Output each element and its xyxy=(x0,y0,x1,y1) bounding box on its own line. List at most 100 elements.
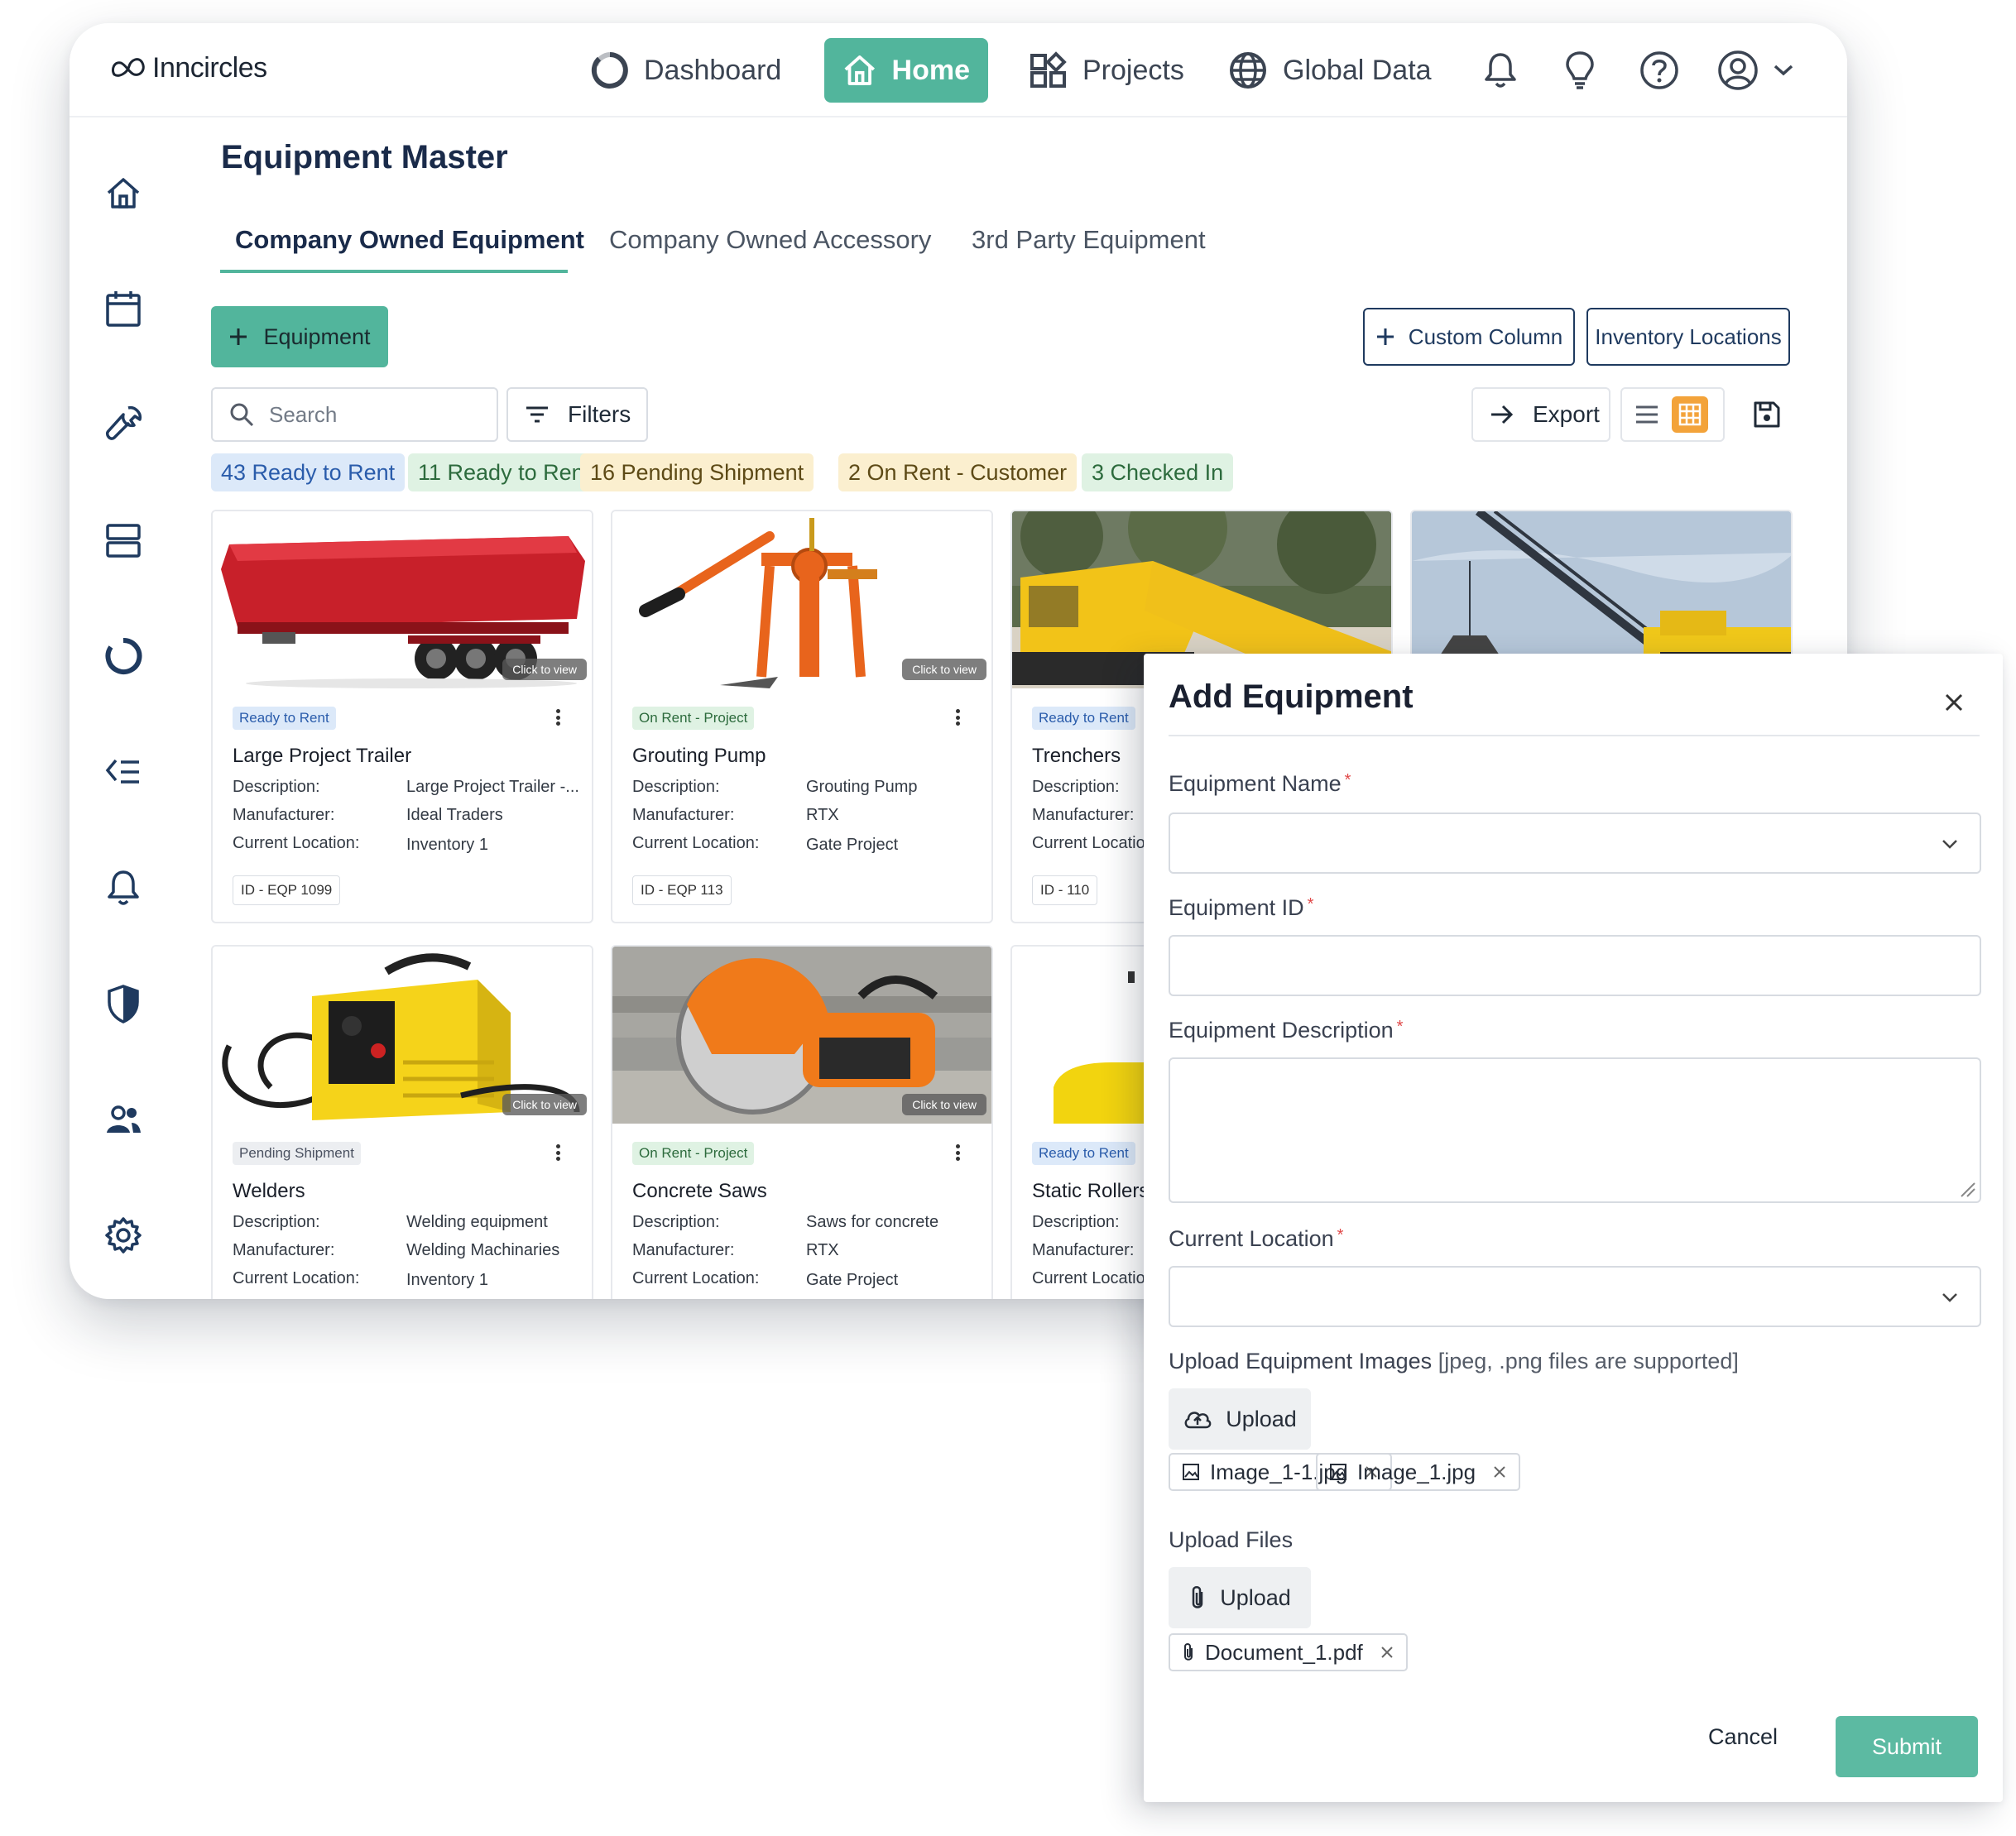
top-bar: Inncircles Dashboard Home Projects Globa… xyxy=(70,23,1847,117)
list-view-icon[interactable] xyxy=(1622,389,1672,440)
status-chip-checked-in[interactable]: 3 Checked In xyxy=(1082,453,1234,491)
notifications-bell-icon[interactable] xyxy=(1478,48,1523,93)
click-to-view-label[interactable]: Click to view xyxy=(502,659,587,680)
equipment-card[interactable]: Click to view On Rent - Project Concrete… xyxy=(611,945,993,1299)
nav-home-label: Home xyxy=(891,54,970,86)
status-chip-pending-shipment[interactable]: 16 Pending Shipment xyxy=(580,453,814,491)
filter-icon xyxy=(526,406,548,423)
equipment-id-input[interactable] xyxy=(1169,935,1981,996)
status-chip-ready-to-rent[interactable]: 43 Ready to Rent xyxy=(211,453,406,491)
status-chip-on-rent-customer[interactable]: 2 On Rent - Customer xyxy=(838,453,1078,491)
equipment-id-chip: ID - EQP 113 xyxy=(632,875,732,905)
inventory-locations-label: Inventory Locations xyxy=(1595,324,1782,349)
page-title: Equipment Master xyxy=(221,139,508,175)
equipment-image[interactable]: Click to view xyxy=(213,511,592,688)
upload-files-button[interactable]: Upload xyxy=(1169,1567,1311,1628)
logo-text: Inncircles xyxy=(152,51,267,84)
description-value: Welding equipment xyxy=(406,1213,548,1231)
grid-view-icon[interactable] xyxy=(1672,396,1708,433)
chevron-down-icon xyxy=(1942,840,1957,849)
manufacturer-label: Manufacturer: xyxy=(1032,806,1135,824)
click-to-view-label[interactable]: Click to view xyxy=(902,659,986,680)
location-label: Current Location: xyxy=(233,834,360,852)
equipment-name: Welders xyxy=(233,1180,305,1202)
add-equipment-dialog: Add Equipment Equipment Name * Equipment … xyxy=(1144,654,2003,1802)
click-to-view-label[interactable]: Click to view xyxy=(902,1094,986,1115)
manufacturer-label: Manufacturer: xyxy=(632,806,735,824)
upload-files-label-text: Upload xyxy=(1220,1584,1291,1610)
submit-button[interactable]: Submit xyxy=(1836,1716,1978,1777)
uploaded-image-chip: Image_1.jpg xyxy=(1316,1453,1521,1491)
resize-handle-icon[interactable] xyxy=(1958,1180,1976,1198)
search-input[interactable]: Search xyxy=(211,387,498,442)
tab-company-owned-accessory[interactable]: Company Owned Accessory xyxy=(609,225,931,255)
sidebar-checklist-icon[interactable] xyxy=(103,751,144,793)
manufacturer-label: Manufacturer: xyxy=(1032,1241,1135,1259)
equipment-card[interactable]: Click to view On Rent - Project Grouting… xyxy=(611,510,993,923)
sidebar-wrench-icon[interactable] xyxy=(103,404,144,445)
more-options-icon[interactable] xyxy=(953,705,962,730)
status-badge: Ready to Rent xyxy=(1032,1142,1135,1165)
location-label: Current Locatio xyxy=(1032,1269,1145,1287)
status-chip-ready-to-rent-2[interactable]: 11 Ready to Rent xyxy=(408,453,601,491)
click-to-view-label[interactable]: Click to view xyxy=(502,1094,587,1115)
equipment-name-select[interactable] xyxy=(1169,813,1981,874)
nav-projects[interactable]: Projects xyxy=(1011,38,1202,103)
dialog-divider xyxy=(1169,735,1980,736)
equipment-card[interactable] xyxy=(1410,510,1793,659)
location-value: Inventory 1 xyxy=(406,836,488,854)
tab-third-party-equipment[interactable]: 3rd Party Equipment xyxy=(972,225,1206,255)
add-equipment-button[interactable]: Equipment xyxy=(211,306,388,367)
custom-column-button[interactable]: Custom Column xyxy=(1363,308,1575,366)
equipment-description-textarea[interactable] xyxy=(1169,1057,1981,1203)
remove-file-icon[interactable] xyxy=(1492,1464,1507,1479)
sidebar-storage-icon[interactable] xyxy=(103,520,144,561)
sidebar-users-icon[interactable] xyxy=(103,1099,144,1140)
nav-global-data[interactable]: Global Data xyxy=(1210,38,1450,103)
sidebar-bell-icon[interactable] xyxy=(103,867,144,908)
upload-images-button[interactable]: Upload xyxy=(1169,1388,1311,1450)
view-toggle xyxy=(1620,387,1725,442)
equipment-image[interactable]: Click to view xyxy=(612,947,991,1124)
location-value: Gate Project xyxy=(806,836,899,854)
more-options-icon[interactable] xyxy=(953,1140,962,1165)
tab-company-owned-equipment[interactable]: Company Owned Equipment xyxy=(235,225,584,255)
equipment-name-label: Equipment Name * xyxy=(1169,771,1351,796)
equipment-card[interactable]: Click to view Pending Shipment Welders D… xyxy=(211,945,593,1299)
lightbulb-icon[interactable] xyxy=(1558,48,1602,93)
current-location-label: Current Location * xyxy=(1169,1226,1344,1251)
user-menu[interactable] xyxy=(1716,48,1799,93)
save-view-icon[interactable] xyxy=(1750,397,1784,432)
sidebar-home-icon[interactable] xyxy=(103,172,144,213)
nav-home[interactable]: Home xyxy=(824,38,988,103)
location-label: Current Locatio xyxy=(1032,834,1145,852)
equipment-image[interactable]: Click to view xyxy=(213,947,592,1124)
sidebar-settings-icon[interactable] xyxy=(103,1215,144,1256)
sidebar-progress-icon[interactable] xyxy=(103,635,144,677)
manufacturer-label: Manufacturer: xyxy=(233,1241,335,1259)
cancel-button[interactable]: Cancel xyxy=(1708,1724,1778,1750)
uploaded-file-chip: Document_1.pdf xyxy=(1169,1633,1408,1671)
export-button[interactable]: Export xyxy=(1471,387,1610,442)
filters-button[interactable]: Filters xyxy=(506,387,648,442)
description-label: Description: xyxy=(632,1213,720,1231)
equipment-card[interactable]: Click to view Ready to Rent Large Projec… xyxy=(211,510,593,923)
custom-column-label: Custom Column xyxy=(1408,324,1563,349)
equipment-image[interactable] xyxy=(1412,511,1791,657)
more-options-icon[interactable] xyxy=(554,1140,562,1165)
inventory-locations-button[interactable]: Inventory Locations xyxy=(1586,308,1790,366)
image-file-name: Image_1.jpg xyxy=(1357,1459,1476,1484)
cloud-upload-icon xyxy=(1184,1412,1212,1429)
logo[interactable]: Inncircles xyxy=(109,51,267,84)
close-icon[interactable] xyxy=(1942,690,1966,715)
more-options-icon[interactable] xyxy=(554,705,562,730)
help-icon[interactable] xyxy=(1637,48,1682,93)
current-location-select[interactable] xyxy=(1169,1266,1981,1327)
sidebar-shield-icon[interactable] xyxy=(103,983,144,1024)
description-label: Description: xyxy=(233,1213,320,1231)
nav-dashboard[interactable]: Dashboard xyxy=(573,38,799,103)
remove-file-icon[interactable] xyxy=(1380,1645,1394,1660)
equipment-image[interactable]: Click to view xyxy=(612,511,991,688)
infinity-logo-icon xyxy=(111,58,145,77)
sidebar-calendar-icon[interactable] xyxy=(103,288,144,329)
